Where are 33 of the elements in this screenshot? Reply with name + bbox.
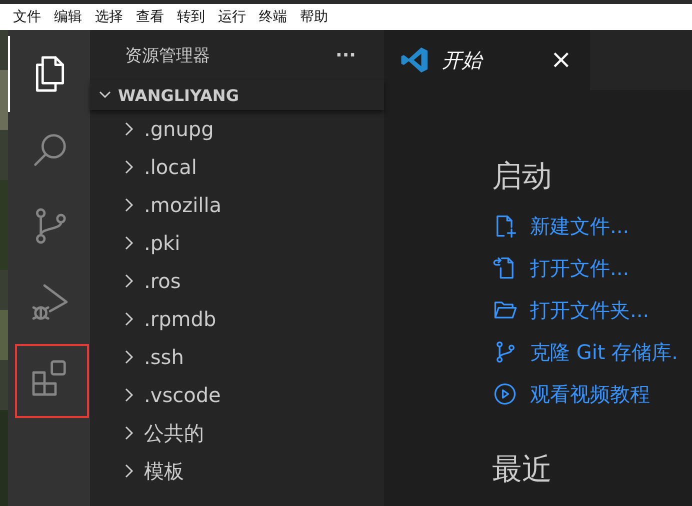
- menu-item[interactable]: 帮助: [300, 8, 328, 26]
- tree-item[interactable]: .rpmdb: [144, 307, 216, 331]
- action-link[interactable]: 打开文件夹...: [530, 296, 650, 324]
- section-heading: 最近: [492, 451, 553, 489]
- close-icon[interactable]: ×: [550, 45, 572, 75]
- tree-item[interactable]: .ros: [144, 269, 181, 293]
- tree-item[interactable]: .pki: [144, 231, 180, 255]
- action-link[interactable]: 新建文件...: [530, 212, 630, 240]
- menu-item[interactable]: 选择: [95, 8, 123, 26]
- tree-item[interactable]: .ssh: [144, 345, 184, 369]
- tree-item[interactable]: 公共的: [144, 420, 204, 446]
- editor-tab[interactable]: 开始 ×: [384, 30, 590, 90]
- tree-item[interactable]: .mozilla: [144, 193, 222, 217]
- action-link[interactable]: 打开文件...: [530, 254, 630, 282]
- action-link[interactable]: 克隆 Git 存储库.: [530, 338, 678, 366]
- tree-item[interactable]: 模板: [144, 458, 184, 484]
- menu-item[interactable]: 文件: [13, 8, 41, 26]
- folder-name: WANGLIYANG: [118, 86, 239, 104]
- tree-item[interactable]: .gnupg: [144, 117, 214, 141]
- menu-item[interactable]: 终端: [259, 8, 287, 26]
- action-link[interactable]: 观看视频教程: [530, 380, 650, 408]
- section-heading: 启动: [492, 158, 553, 196]
- menu-item[interactable]: 编辑: [54, 8, 82, 26]
- tree-item[interactable]: .local: [144, 155, 197, 179]
- tree-item[interactable]: .vscode: [144, 383, 221, 407]
- editor-logo-icon: [400, 45, 430, 75]
- menu-item[interactable]: 转到: [177, 8, 205, 26]
- sidebar-title: 资源管理器: [125, 44, 210, 66]
- folder-header[interactable]: WANGLIYANG: [90, 80, 384, 110]
- menu-item[interactable]: 运行: [218, 8, 246, 26]
- menu-item[interactable]: 查看: [136, 8, 164, 26]
- more-button[interactable]: ···: [335, 44, 356, 66]
- play-icon: [492, 381, 518, 407]
